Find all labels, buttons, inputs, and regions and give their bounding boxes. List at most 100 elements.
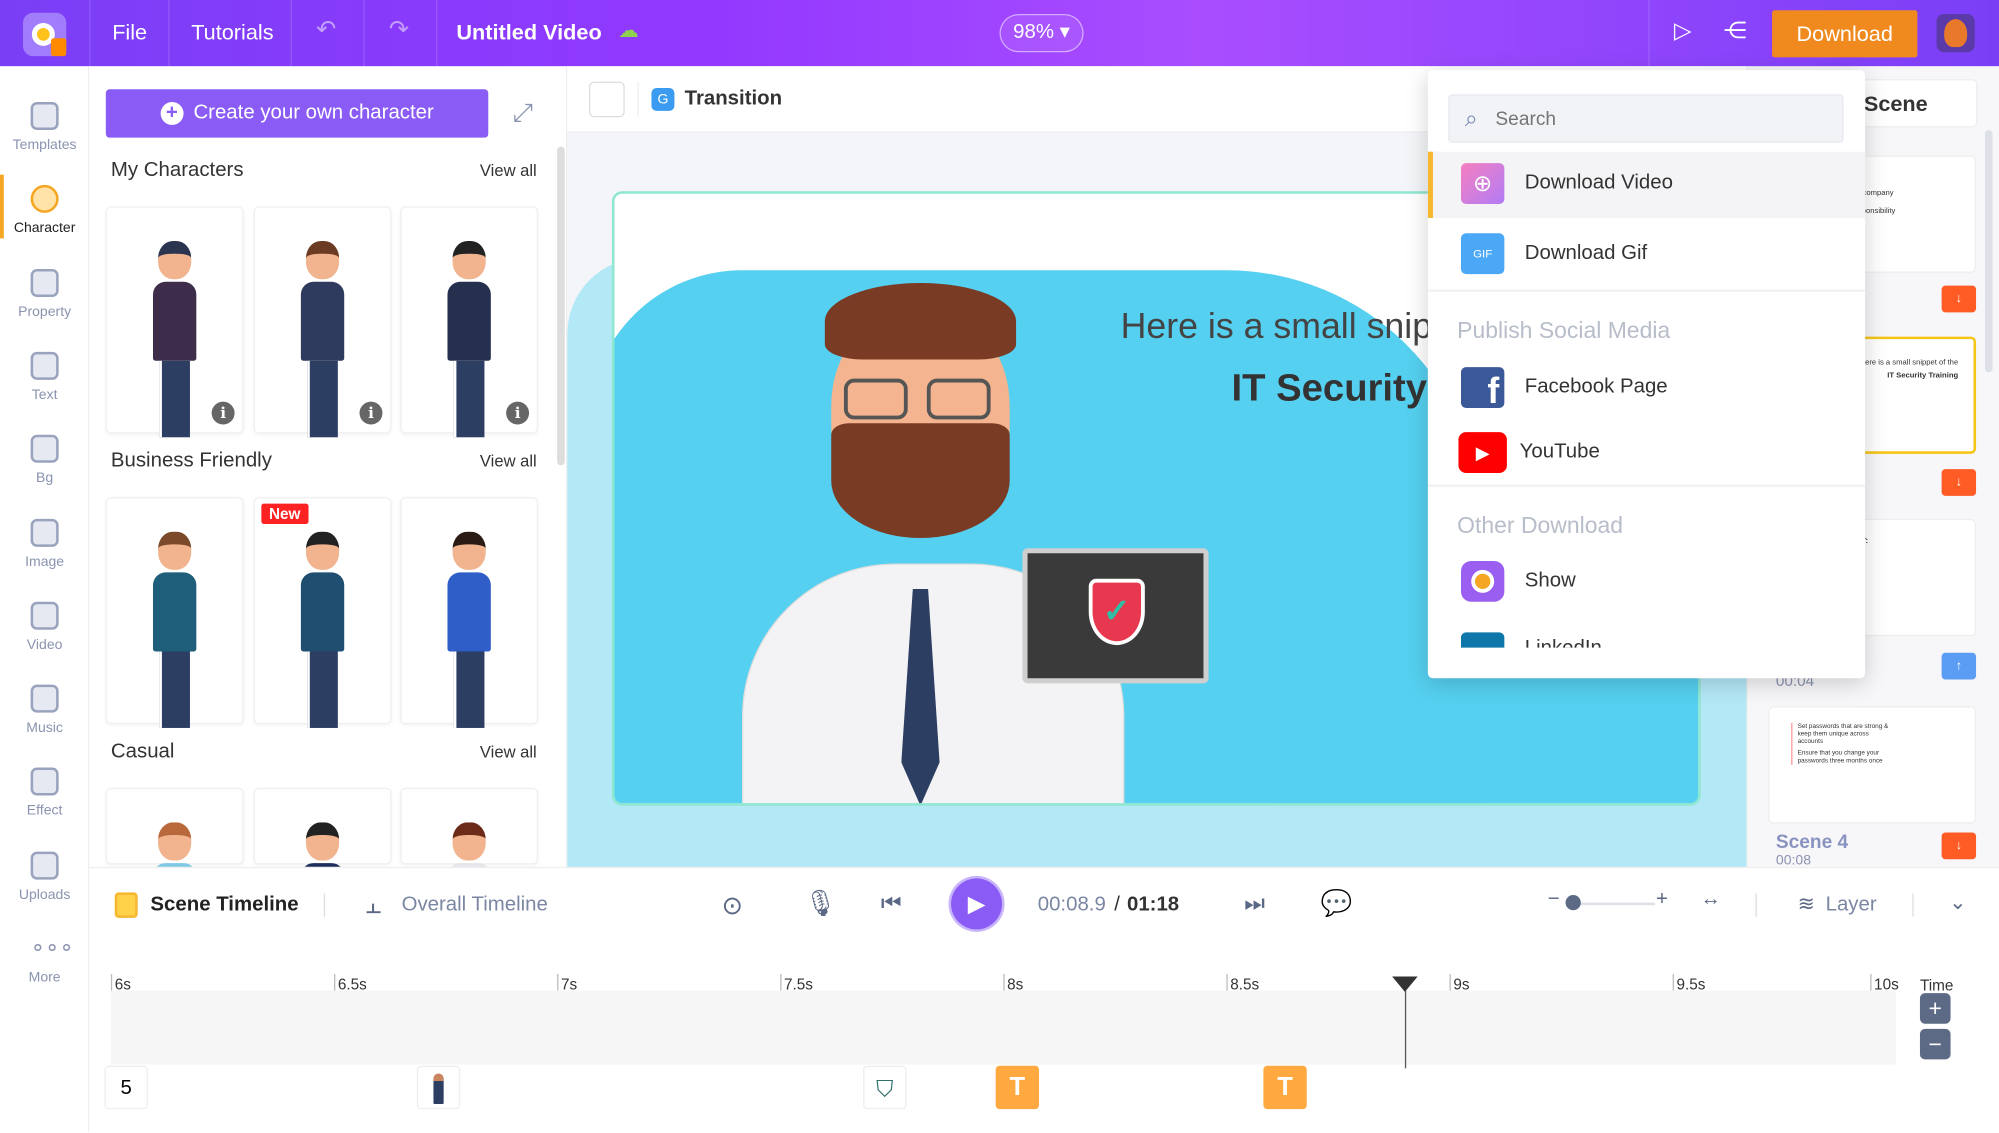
zoom-dropdown[interactable]: 98% ▾ [999,14,1084,53]
download-button[interactable]: Download [1772,10,1918,58]
rail-item-more[interactable]: ∘∘∘ More [0,934,89,985]
scene-label: Scene 4 [1775,831,1849,853]
view-all-link[interactable]: View all [480,742,537,761]
transition-button[interactable]: Transition [685,88,782,111]
option-label: Facebook Page [1524,376,1668,398]
scene-text-line2[interactable]: IT Security [1232,367,1428,410]
zoom-slider[interactable] [1568,902,1655,906]
option-label: YouTube [1519,441,1600,463]
timeline-track[interactable] [110,990,1896,1065]
zoom-out-icon[interactable]: − [1548,889,1560,912]
character-card[interactable] [105,787,244,867]
tablet-shield[interactable]: ✓ [1022,548,1209,684]
chevron-down-icon[interactable]: ⌄ [1949,890,1966,915]
character-card[interactable] [400,497,538,728]
image-icon [30,518,59,547]
move-down-button[interactable]: ↓ [1941,832,1977,860]
play-button[interactable]: ▶ [951,878,1003,930]
microphone-icon[interactable]: 🎙 [804,887,836,919]
text-clip[interactable]: T [1263,1065,1307,1110]
download-video-option[interactable]: ⊕ Download Video [1427,151,1866,219]
expand-icon[interactable]: ⤢ [504,94,542,132]
scene-character[interactable] [665,270,1226,804]
search-input[interactable] [1495,103,1827,134]
youtube-option[interactable]: ▶ YouTube [1428,421,1865,487]
uploads-icon [30,851,59,880]
layer-button[interactable]: Layer [1826,894,1877,917]
playhead[interactable] [1392,976,1418,1069]
character-card[interactable] [400,787,538,867]
redo-icon[interactable]: ↷ [389,15,409,44]
character-card[interactable] [105,497,244,728]
timeline-zoom-in-button[interactable]: + [1919,993,1951,1024]
rail-item-uploads[interactable]: Uploads [0,851,89,902]
move-down-button[interactable]: ↓ [1941,469,1977,496]
rail-item-bg[interactable]: Bg [0,434,89,486]
rail-item-effect[interactable]: Effect [0,767,89,819]
time-label: Time [1919,976,1954,995]
move-up-button[interactable]: ↑ [1941,652,1977,680]
overall-timeline-tab[interactable]: Overall Timeline [402,894,548,917]
rail-item-video[interactable]: Video [0,601,89,652]
share-icon[interactable]: ⋲ [1724,18,1747,45]
character-card[interactable] [253,787,392,867]
zoom-slider-handle[interactable] [1565,894,1581,911]
character-clip[interactable] [416,1065,461,1110]
facebook-icon: f [1461,367,1505,411]
thumb-text: IT Security Training [1887,372,1959,380]
undo-icon[interactable]: ↶ [316,15,336,44]
video-title[interactable]: Untitled Video [456,20,601,45]
text-icon [30,351,59,380]
timeline-zoom-out-button[interactable]: − [1919,1028,1951,1060]
rail-item-label: Property [18,304,72,320]
move-down-button[interactable]: ↓ [1941,285,1977,313]
gif-icon: GIF [1461,233,1505,275]
previous-icon[interactable]: ⏮ [881,890,902,917]
timeline-panel: Scene Timeline ⫠ Overall Timeline ⊙ 🎙 ⏮ … [89,866,1999,1133]
tutorials-menu[interactable]: Tutorials [191,20,273,45]
download-gif-option[interactable]: GIF Download Gif [1428,222,1865,288]
next-icon[interactable]: ⏭ [1244,890,1265,917]
zoom-in-icon[interactable]: + [1656,889,1668,912]
search-box[interactable]: ⌕ [1448,94,1844,143]
app-logo[interactable] [22,12,67,57]
scene-timeline-tab[interactable]: Scene Timeline [150,894,298,917]
select-checkbox[interactable] [588,81,625,118]
play-preview-icon[interactable]: ▷ [1674,18,1692,45]
file-menu[interactable]: File [112,20,147,45]
subtitle-icon[interactable]: 💬 [1321,887,1353,919]
info-icon[interactable]: i [359,401,383,425]
rail-item-image[interactable]: Image [0,518,89,569]
character-figure [152,822,197,867]
view-all-link[interactable]: View all [480,161,537,180]
create-character-button[interactable]: + Create your own character [105,89,489,138]
facebook-option[interactable]: f Facebook Page [1428,356,1865,422]
scene-number: 5 [104,1065,148,1110]
info-icon[interactable]: i [211,401,235,425]
character-card[interactable]: i [105,206,244,438]
character-card[interactable]: i [253,206,392,438]
rail-item-label: More [28,970,61,986]
option-label: LinkedIn [1525,637,1602,647]
linkedin-option[interactable]: LinkedIn [1428,620,1865,648]
youtube-icon: ▶ [1458,432,1507,473]
screen-record-icon[interactable]: ⊙ [722,890,743,922]
rail-item-text[interactable]: Text [0,351,89,403]
fit-width-icon[interactable]: ↔ [1701,889,1721,912]
plus-circle-icon: + [160,101,184,125]
info-icon[interactable]: i [506,401,530,425]
avatar[interactable] [1936,14,1975,53]
panel-scrollbar[interactable] [557,146,565,466]
rail-item-music[interactable]: Music [0,684,89,736]
view-all-link[interactable]: View all [480,451,537,470]
character-card[interactable]: i [400,206,538,438]
character-card[interactable]: New [253,497,392,728]
rail-item-character[interactable]: Character [0,175,89,239]
shield-clip[interactable]: ⛉ [863,1065,907,1110]
scenes-scrollbar[interactable] [1984,130,1993,373]
show-option[interactable]: Show [1428,549,1865,615]
rail-item-templates[interactable]: Templates [0,101,89,153]
text-clip[interactable]: T [995,1065,1040,1110]
rail-item-property[interactable]: Property [0,268,89,319]
scene-thumbnail[interactable]: Set passwords that are strong & keep the… [1768,706,1977,824]
